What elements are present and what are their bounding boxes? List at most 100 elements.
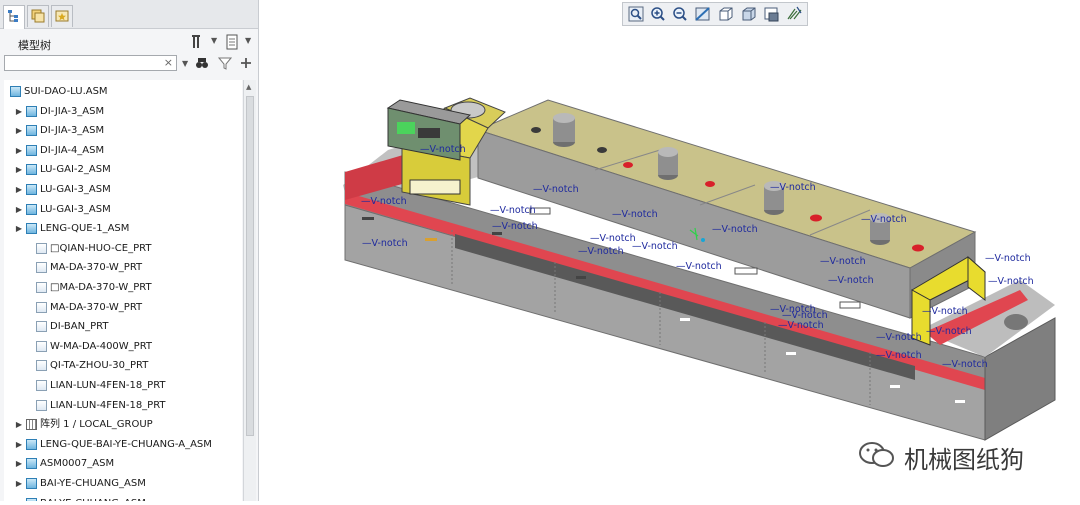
wechat-icon [859, 442, 894, 467]
panel-tabbar [0, 0, 258, 29]
expand-arrow-icon[interactable]: ▶ [14, 474, 24, 493]
tree-item[interactable]: LIAN-LUN-4FEN-18_PRT [4, 396, 242, 415]
tree-item[interactable]: QI-TA-ZHOU-30_PRT [4, 356, 242, 375]
tree-item[interactable]: ▶ DI-JIA-3_ASM [4, 121, 242, 140]
assembly-icon [26, 203, 37, 215]
assembly-icon [26, 478, 37, 489]
tree-item-label: MA-DA-370-W_PRT [50, 262, 143, 274]
tab-model-tree[interactable] [3, 5, 25, 29]
expand-arrow-icon[interactable]: ▶ [14, 435, 24, 454]
tree-item[interactable]: ▶ LU-GAI-3_ASM [4, 200, 242, 219]
v-notch-label: —V-notch [712, 224, 758, 235]
part-icon [36, 340, 47, 352]
expand-arrow-icon[interactable]: ▶ [14, 494, 24, 501]
tree-item-label: LENG-QUE-1_ASM [40, 223, 130, 235]
datum-display-icon[interactable] [785, 5, 805, 23]
assembly-icon [10, 86, 21, 97]
tree-item-label: □QIAN-HUO-CE_PRT [50, 242, 152, 254]
tree-item[interactable]: ▶ LU-GAI-2_ASM [4, 160, 242, 179]
assembly-icon [26, 105, 37, 117]
expand-arrow-icon[interactable]: ▶ [14, 180, 24, 199]
search-dropdown-icon[interactable]: ▼ [182, 59, 188, 68]
zoom-out-icon[interactable] [670, 5, 690, 23]
v-notch-label: —V-notch [778, 320, 824, 331]
tree-item[interactable]: ▶ LENG-QUE-1_ASM [4, 219, 242, 238]
assembly-icon [26, 458, 37, 470]
tree-item[interactable]: W-MA-DA-400W_PRT [4, 337, 242, 356]
tree-item-label: DI-JIA-3_ASM [40, 125, 105, 137]
saved-views-icon[interactable] [716, 5, 736, 23]
repaint-icon[interactable] [693, 5, 713, 23]
part-icon [36, 262, 47, 274]
settings-icon[interactable] [190, 34, 206, 50]
v-notch-label: —V-notch [988, 276, 1034, 287]
v-notch-label: —V-notch [926, 326, 972, 337]
tree-item[interactable]: ▶ BAI-YE-CHUANG_ASM [4, 474, 242, 493]
part-icon [36, 242, 47, 254]
graphics-viewport[interactable]: —V-notch —V-notch —V-notch —V-notch —V-notch… [260, 30, 1080, 501]
group-icon [26, 419, 37, 431]
tree-item[interactable]: ▶ LU-GAI-3_ASM [4, 180, 242, 199]
expand-arrow-icon[interactable]: ▶ [14, 160, 24, 179]
part-icon [36, 301, 47, 313]
expand-arrow-icon[interactable]: ▶ [14, 141, 24, 160]
tree-item-label: LIAN-LUN-4FEN-18_PRT [50, 380, 166, 391]
expand-arrow-icon[interactable]: ▶ [14, 454, 24, 473]
tree-item-label: W-MA-DA-400W_PRT [50, 340, 153, 352]
scrollbar-thumb[interactable] [246, 96, 254, 436]
v-notch-label: —V-notch [942, 359, 988, 370]
tab-favorites[interactable] [51, 5, 73, 27]
zoom-in-icon[interactable] [648, 5, 668, 23]
tree-item[interactable]: SUI-DAO-LU.ASM [4, 82, 242, 101]
v-notch-label: —V-notch [922, 306, 968, 317]
tree-item[interactable]: □MA-DA-370-W_PRT [4, 278, 242, 297]
expand-arrow-icon[interactable]: ▶ [14, 415, 24, 434]
tree-item[interactable]: DI-BAN_PRT [4, 317, 242, 336]
tree-item[interactable]: ▶ DI-JIA-3_ASM [4, 102, 242, 121]
filter-icon[interactable] [218, 56, 232, 70]
display-style-icon[interactable] [739, 5, 759, 23]
show-dropdown-icon[interactable]: ▼ [245, 36, 251, 45]
find-icon[interactable] [195, 56, 209, 70]
tree-item-label: LU-GAI-3_ASM [40, 203, 111, 215]
expand-arrow-icon[interactable]: ▶ [14, 121, 24, 140]
settings-dropdown-icon[interactable]: ▼ [211, 36, 217, 45]
perspective-icon[interactable] [762, 5, 782, 23]
tree-item[interactable]: ▶ BAI-YE-CHUANG_ASM [4, 494, 242, 501]
expand-arrow-icon[interactable]: ▶ [14, 200, 24, 219]
v-notch-label: —V-notch [590, 233, 636, 244]
show-icon[interactable] [224, 34, 240, 50]
model-tree-icon [8, 10, 18, 22]
tree-item[interactable]: ▶ ASM0007_ASM [4, 454, 242, 473]
tree-item[interactable]: ▶ 阵列 1 / LOCAL_GROUP [4, 415, 242, 434]
app-window: 模型树 ▼ ▼ × ▼ SUI-DAO-LU.ASM ▶ DI-JIA-3_ASM ▶… [0, 0, 1080, 501]
tree-header: 模型树 ▼ ▼ [0, 28, 258, 54]
v-notch-label: —V-notch [820, 256, 866, 267]
part-icon [36, 360, 47, 372]
tab-layers[interactable] [27, 5, 49, 27]
expand-arrow-icon[interactable]: ▶ [14, 102, 24, 121]
tree-item-label: LU-GAI-2_ASM [40, 164, 111, 176]
tree-item[interactable]: □QIAN-HUO-CE_PRT [4, 239, 242, 258]
scroll-up-icon[interactable]: ▲ [246, 83, 251, 91]
part-icon [36, 399, 47, 411]
clear-search-icon[interactable]: × [164, 56, 173, 70]
tree-item[interactable]: ▶ LENG-QUE-BAI-YE-CHUANG-A_ASM [4, 435, 242, 454]
tree-item[interactable]: MA-DA-370-W_PRT [4, 298, 242, 317]
tree-item-label: LENG-QUE-BAI-YE-CHUANG-A_ASM [40, 438, 212, 450]
tree-item[interactable]: ▶ DI-JIA-4_ASM [4, 141, 242, 160]
v-notch-label: —V-notch [770, 182, 816, 193]
tree-item[interactable]: LIAN-LUN-4FEN-18_PRT [4, 376, 242, 395]
assembly-icon [26, 144, 37, 156]
tree-scrollbar[interactable]: ▲ [243, 80, 256, 501]
v-notch-label: —V-notch [676, 261, 722, 272]
search-input[interactable]: × [4, 55, 177, 71]
v-notch-label: —V-notch [632, 241, 678, 252]
tree-item[interactable]: MA-DA-370-W_PRT [4, 258, 242, 277]
tree-item-label: QI-TA-ZHOU-30_PRT [50, 360, 149, 372]
expand-arrow-icon[interactable]: ▶ [14, 219, 24, 238]
refit-icon[interactable] [626, 5, 646, 23]
part-icon [36, 380, 47, 391]
add-icon[interactable] [239, 56, 253, 70]
model-tree-list: SUI-DAO-LU.ASM ▶ DI-JIA-3_ASM ▶ DI-JIA-3_ASM… [4, 80, 242, 501]
